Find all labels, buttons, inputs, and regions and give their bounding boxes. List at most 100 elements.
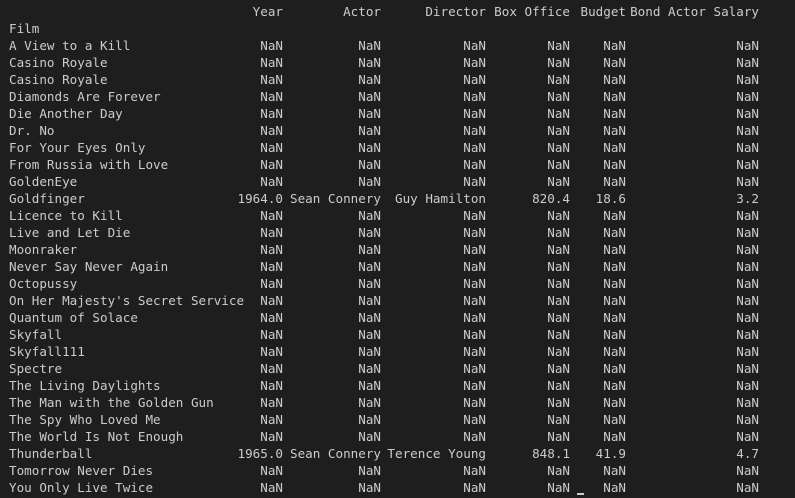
table-row: You Only Live Twice NaN NaN NaN NaN NaN NaN [0,479,795,496]
cell-box-office: NaN [547,276,570,291]
cell-year: NaN [260,480,283,495]
cell-director: NaN [463,412,486,427]
cell-year: NaN [260,123,283,138]
film-title: Quantum of Solace [9,310,138,325]
cell-actor: NaN [358,378,381,393]
film-title: Octopussy [9,276,78,291]
cell-budget: NaN [603,123,626,138]
cell-box-office: NaN [547,140,570,155]
cell-salary: NaN [736,395,759,410]
table-row: The Man with the Golden Gun NaN NaN NaN NaN N… [0,394,795,411]
table-row: Dr. No NaN NaN NaN NaN NaN NaN [0,122,795,139]
cell-budget: NaN [603,293,626,308]
cell-actor: NaN [358,463,381,478]
cell-year: 1964.0 [237,191,284,206]
cell-salary: NaN [736,480,759,495]
cell-salary: NaN [736,412,759,427]
cell-box-office: NaN [547,174,570,189]
cell-director: NaN [463,225,486,240]
cell-salary: NaN [736,123,759,138]
cell-director: NaN [463,310,486,325]
cell-director: NaN [463,55,486,70]
cell-budget: NaN [603,242,626,257]
cell-salary: NaN [736,429,759,444]
film-title: Licence to Kill [9,208,123,223]
cell-year: NaN [260,174,283,189]
cell-budget: NaN [603,89,626,104]
cell-director: NaN [463,395,486,410]
film-title: Spectre [9,361,63,376]
cell-budget: NaN [603,378,626,393]
cell-year: NaN [260,378,283,393]
cell-actor: NaN [358,225,381,240]
film-title: A View to a Kill [9,38,131,53]
table-row: A View to a Kill NaN NaN NaN NaN NaN NaN [0,37,795,54]
cell-director: NaN [463,378,486,393]
cell-salary: NaN [736,293,759,308]
cell-year: NaN [260,72,283,87]
table-row: Thunderball 1965.0 Sean Connery Terence You… [0,445,795,462]
table-row: On Her Majesty's Secret Service NaN NaN NaN… [0,292,795,309]
cell-director: NaN [463,463,486,478]
cell-actor: NaN [358,276,381,291]
cell-director: NaN [463,259,486,274]
table-row: From Russia with Love NaN NaN NaN NaN NaN NaN [0,156,795,173]
cell-budget: NaN [603,157,626,172]
cell-actor: NaN [358,38,381,53]
cell-budget: 41.9 [595,446,626,461]
cell-director: NaN [463,38,486,53]
cell-year: NaN [260,344,283,359]
cell-box-office: NaN [547,55,570,70]
cell-year: 1965.0 [237,446,284,461]
film-title: Thunderball [9,446,93,461]
cell-box-office: NaN [547,463,570,478]
cell-budget: NaN [603,310,626,325]
cell-salary: NaN [736,463,759,478]
cell-box-office: 848.1 [532,446,570,461]
cell-actor: NaN [358,106,381,121]
column-header-budget: Budget [580,4,627,19]
table-row: The Living Daylights NaN NaN NaN NaN NaN NaN [0,377,795,394]
cell-budget: NaN [603,106,626,121]
film-title: Casino Royale [9,55,108,70]
cell-year: NaN [260,106,283,121]
cell-budget: NaN [603,327,626,342]
cell-actor: NaN [358,480,381,495]
table-row: Moonraker NaN NaN NaN NaN NaN NaN [0,241,795,258]
column-header-bond-actor-salary: Bond Actor Salary [630,4,759,19]
cell-actor: NaN [358,89,381,104]
cell-budget: NaN [603,225,626,240]
cell-year: NaN [260,395,283,410]
cell-box-office: NaN [547,361,570,376]
cell-budget: NaN [603,259,626,274]
cell-actor: NaN [358,55,381,70]
film-title: The Spy Who Loved Me [9,412,161,427]
cell-year: NaN [260,242,283,257]
table-row: The Spy Who Loved Me NaN NaN NaN NaN NaN NaN [0,411,795,428]
cell-actor: NaN [358,123,381,138]
cell-actor: NaN [358,412,381,427]
cell-salary: 4.7 [736,446,759,461]
cell-box-office: NaN [547,378,570,393]
cell-year: NaN [260,310,283,325]
cell-budget: NaN [603,72,626,87]
cell-salary: NaN [736,140,759,155]
cell-box-office: NaN [547,344,570,359]
cell-year: NaN [260,55,283,70]
table-row: Skyfall111 NaN NaN NaN NaN NaN NaN [0,343,795,360]
cell-salary: NaN [736,327,759,342]
cell-actor: NaN [358,259,381,274]
cell-salary: NaN [736,55,759,70]
cell-year: NaN [260,412,283,427]
table-row: GoldenEye NaN NaN NaN NaN NaN NaN [0,173,795,190]
cell-salary: NaN [736,89,759,104]
cell-year: NaN [260,429,283,444]
cell-box-office: NaN [547,208,570,223]
cell-salary: NaN [736,157,759,172]
film-title: Skyfall111 [9,344,85,359]
film-title: The World Is Not Enough [9,429,184,444]
cell-box-office: 820.4 [532,191,570,206]
cell-salary: NaN [736,106,759,121]
cell-year: NaN [260,361,283,376]
film-title: Casino Royale [9,72,108,87]
